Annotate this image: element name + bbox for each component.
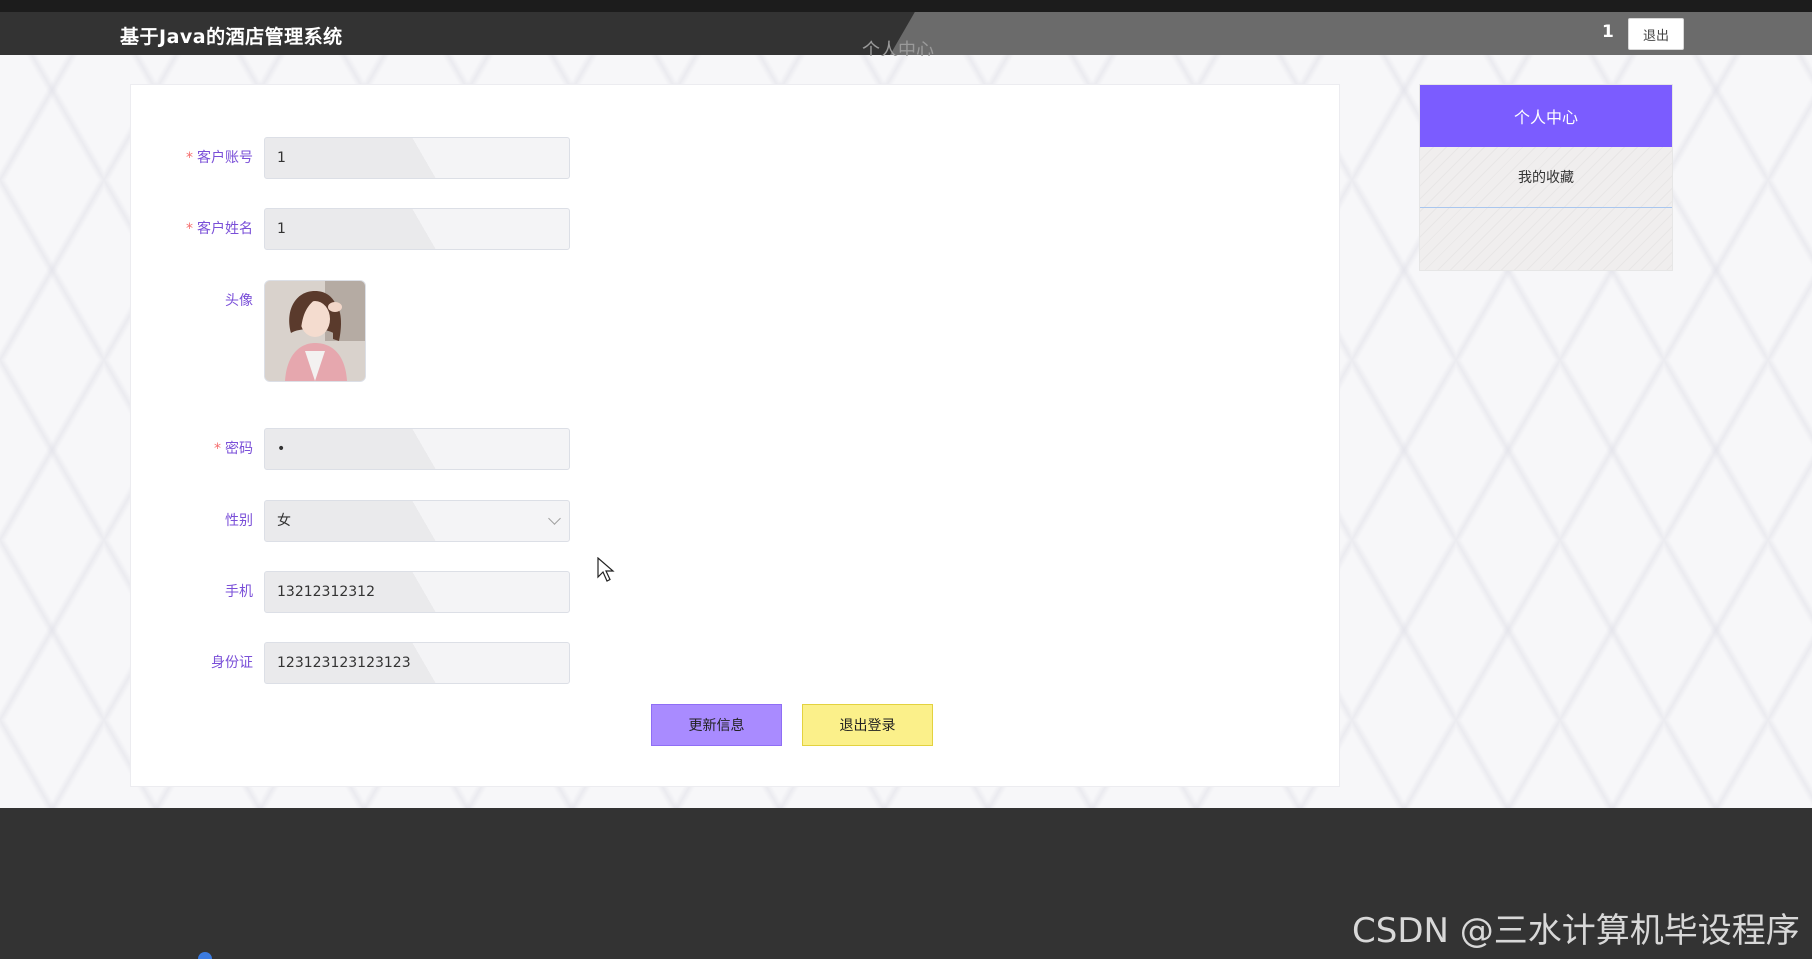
csdn-watermark: CSDN @三水计算机毕设程序	[1352, 911, 1800, 951]
name-label: * 客户姓名	[186, 208, 253, 250]
password-input[interactable]: •	[264, 428, 570, 470]
form-row-name: * 客户姓名 1	[130, 208, 730, 250]
id-card-label: 身份证	[211, 655, 253, 671]
account-input[interactable]: 1	[264, 137, 570, 179]
chevron-down-icon	[548, 512, 561, 525]
form-row-id-card: 身份证 123123123123123	[130, 642, 730, 684]
sidebar-menu: 个人中心 我的收藏	[1419, 84, 1673, 271]
update-info-button[interactable]: 更新信息	[651, 704, 782, 746]
password-label: * 密码	[214, 428, 253, 470]
name-label-text: 客户姓名	[197, 221, 253, 237]
mouse-cursor-icon	[597, 557, 615, 582]
name-input[interactable]: 1	[264, 208, 570, 250]
password-label-text: 密码	[225, 441, 253, 457]
avatar-photo-icon	[265, 281, 365, 381]
form-row-account: * 客户账号 1	[130, 137, 730, 179]
logout-button[interactable]: 退出登录	[802, 704, 933, 746]
form-row-password: * 密码 •	[130, 428, 730, 470]
phone-label: 手机	[225, 584, 253, 600]
site-title: 基于Java的酒店管理系统	[120, 26, 343, 48]
window-top-strip	[0, 0, 1812, 12]
gender-select[interactable]: 女	[264, 500, 570, 542]
footer-dot-icon	[198, 952, 212, 959]
required-mark: *	[214, 441, 221, 457]
avatar-label: 头像	[225, 293, 253, 309]
account-label: * 客户账号	[186, 137, 253, 179]
avatar-image[interactable]	[264, 280, 366, 382]
current-username: 1	[1602, 22, 1614, 42]
page-title: 个人中心	[862, 40, 934, 56]
form-row-phone: 手机 13212312312	[130, 571, 730, 613]
required-mark: *	[186, 221, 193, 237]
sidebar-item-favorites[interactable]: 我的收藏	[1420, 147, 1672, 208]
form-row-avatar: 头像	[130, 280, 730, 322]
id-card-input[interactable]: 123123123123123	[264, 642, 570, 684]
gender-selected-value: 女	[277, 513, 291, 529]
sidebar-item-profile[interactable]: 个人中心	[1420, 85, 1672, 147]
form-row-gender: 性别 女	[130, 500, 730, 542]
required-mark: *	[186, 150, 193, 166]
header-logout-button[interactable]: 退出	[1628, 18, 1684, 50]
account-label-text: 客户账号	[197, 150, 253, 166]
gender-label: 性别	[225, 513, 253, 529]
phone-input[interactable]: 13212312312	[264, 571, 570, 613]
